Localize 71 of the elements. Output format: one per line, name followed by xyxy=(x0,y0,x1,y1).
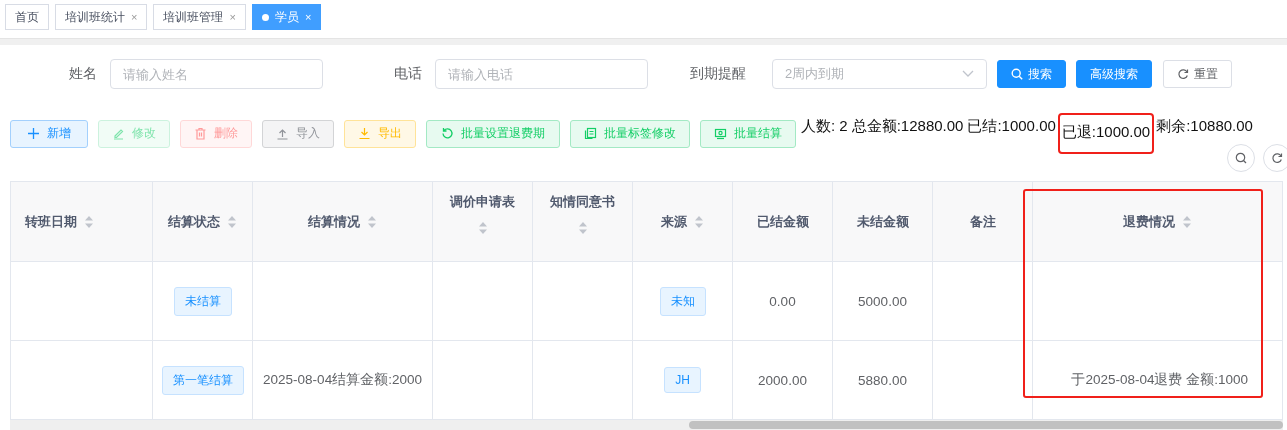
page-tab[interactable]: 首页 xyxy=(5,4,49,30)
summary-stat: 人数: 2 xyxy=(801,116,848,136)
sort-icon[interactable] xyxy=(367,214,377,229)
pencil-icon xyxy=(112,127,125,140)
copy-icon xyxy=(584,127,597,140)
banknote-icon xyxy=(714,127,727,140)
sort-icon[interactable] xyxy=(1182,214,1192,229)
summary-stat: 已退:1000.00 xyxy=(1059,115,1153,152)
status-tag: 未知 xyxy=(659,286,706,316)
refresh-icon xyxy=(1177,68,1189,80)
field-label: 电话 xyxy=(394,65,422,83)
column-header: 结算状态 xyxy=(168,212,220,231)
column-header: 结算情况 xyxy=(308,212,360,231)
refresh-icon xyxy=(1271,152,1283,164)
table-cell: 5000.00 xyxy=(858,293,907,309)
plus-icon xyxy=(27,127,40,140)
search-form-button[interactable]: 高级搜索 xyxy=(1076,60,1152,88)
column-header: 未结金额 xyxy=(856,212,909,231)
sort-icon[interactable] xyxy=(227,214,237,229)
toolbar-button[interactable]: 新增 xyxy=(10,119,88,148)
page-tab[interactable]: 培训班管理 × xyxy=(153,4,246,30)
active-dot-icon xyxy=(261,13,269,21)
download-icon xyxy=(358,127,371,140)
toolbar-button[interactable]: 批量结算 xyxy=(700,119,796,148)
trash-icon xyxy=(194,127,207,140)
column-header: 调价申请表 xyxy=(450,192,515,211)
page-tab[interactable]: 学员 × xyxy=(251,4,322,30)
summary-stat: 已结:1000.00 xyxy=(967,116,1056,136)
table-cell: 2025-08-04结算金额:2000 xyxy=(263,372,422,387)
table-cell: 于2025-08-04退费 金额:1000 xyxy=(1071,372,1248,387)
sort-icon[interactable] xyxy=(577,220,588,235)
column-header: 备注 xyxy=(969,212,996,231)
scrollbar-thumb[interactable] xyxy=(689,421,1283,429)
close-icon[interactable]: × xyxy=(229,11,236,23)
search-icon xyxy=(1011,68,1023,80)
summary-stat: 总金额:12880.00 xyxy=(851,116,964,136)
status-tag: JH xyxy=(664,367,701,393)
page-tab[interactable]: 培训班统计 × xyxy=(55,4,148,30)
column-header: 转班日期 xyxy=(25,212,77,231)
select-field[interactable]: 2周内到期 xyxy=(772,59,987,89)
table-cell: 2000.00 xyxy=(758,372,807,388)
table-cell: 5880.00 xyxy=(858,372,907,388)
search-form-button[interactable]: 重置 xyxy=(1163,60,1232,88)
upload-icon xyxy=(276,127,289,140)
summary-stat: 剩余:10880.00 xyxy=(1156,116,1253,136)
close-icon[interactable]: × xyxy=(131,11,138,23)
table-cell: 0.00 xyxy=(769,293,796,309)
toolbar-button[interactable]: 导出 xyxy=(344,119,416,148)
sort-icon[interactable] xyxy=(84,214,94,229)
toolbar-button[interactable]: 导入 xyxy=(262,119,334,148)
input-field[interactable]: 请输入电话 xyxy=(435,59,648,89)
sort-icon[interactable] xyxy=(694,214,704,229)
refresh-button[interactable] xyxy=(1263,144,1287,172)
status-tag: 第一笔结算 xyxy=(161,365,244,395)
close-icon[interactable]: × xyxy=(304,11,312,23)
column-header: 来源 xyxy=(661,212,687,231)
field-label: 到期提醒 xyxy=(690,65,746,83)
column-header: 已结金额 xyxy=(756,212,809,231)
search-icon xyxy=(1235,152,1247,164)
field-label: 姓名 xyxy=(69,65,97,83)
column-header: 退费情况 xyxy=(1123,212,1175,231)
toolbar-button[interactable]: 批量设置退费期 xyxy=(426,119,560,148)
refresh-icon xyxy=(441,127,454,140)
search-form-button[interactable]: 搜索 xyxy=(997,60,1066,88)
sort-icon[interactable] xyxy=(477,220,488,235)
search-button[interactable] xyxy=(1227,144,1255,172)
input-field[interactable]: 请输入姓名 xyxy=(110,59,323,89)
toolbar-button[interactable]: 批量标签修改 xyxy=(570,119,690,148)
status-tag: 未结算 xyxy=(173,286,232,316)
chevron-down-icon xyxy=(962,70,974,78)
column-header: 知情同意书 xyxy=(550,192,615,211)
